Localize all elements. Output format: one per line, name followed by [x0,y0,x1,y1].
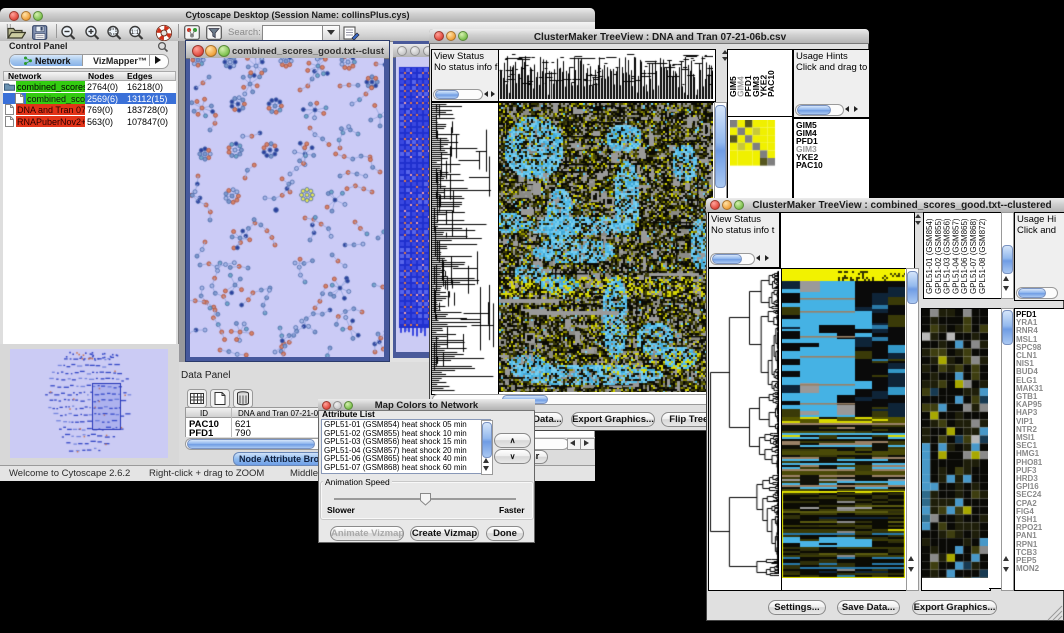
svg-text:GPL51-01 (GSM854): GPL51-01 (GSM854) [925,218,934,294]
svg-text:GPL51-06 (GSM865): GPL51-06 (GSM865) [960,218,969,294]
svg-text:GPL51-03 (GSM856): GPL51-03 (GSM856) [943,218,952,294]
svg-text:GPL51-08 (GSM872): GPL51-08 (GSM872) [978,218,987,294]
svg-text:GPL51-04 (GSM857): GPL51-04 (GSM857) [951,218,960,294]
svg-text:PAC10: PAC10 [766,70,776,97]
svg-text:GPL51-02 (GSM855): GPL51-02 (GSM855) [934,218,943,294]
svg-text:GPL51-07 (GSM868): GPL51-07 (GSM868) [969,218,978,294]
svg-text:1:1: 1:1 [131,30,140,36]
